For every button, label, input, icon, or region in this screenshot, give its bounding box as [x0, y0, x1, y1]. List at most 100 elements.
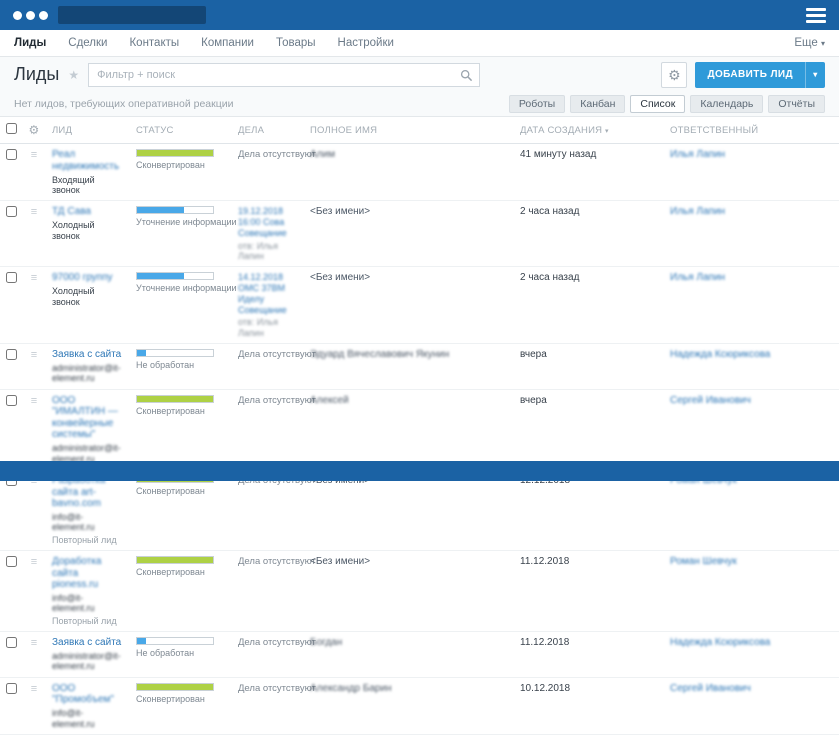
created-date: 41 минуту назад: [514, 143, 664, 202]
select-all-checkbox[interactable]: [6, 123, 17, 134]
lead-note: Повторный лид: [52, 615, 117, 626]
view-button[interactable]: Роботы: [508, 95, 566, 113]
more-menu[interactable]: Еще ▾: [794, 37, 825, 49]
activity-none-label: Дела отсутствуют: [238, 637, 316, 649]
column-header-status[interactable]: СТАТУС: [130, 117, 232, 144]
view-button[interactable]: Отчёты: [768, 95, 825, 113]
hamburger-menu-icon[interactable]: [806, 5, 826, 26]
lead-link[interactable]: ООО "Промобъем": [52, 683, 124, 706]
top-search-input[interactable]: [58, 6, 206, 24]
responsible-link[interactable]: Илья Лапин: [670, 272, 725, 283]
row-menu-icon[interactable]: ≡: [31, 395, 37, 407]
grid-settings-gear-icon[interactable]: ⚙: [29, 123, 40, 137]
row-checkbox[interactable]: [6, 272, 17, 284]
status-label: Сконвертирован: [136, 693, 205, 704]
created-date: 11.12.2018: [514, 550, 664, 633]
row-menu-icon[interactable]: ≡: [31, 206, 37, 218]
nav-tab[interactable]: Настройки: [338, 37, 394, 49]
nav-tab[interactable]: Компании: [201, 37, 254, 49]
lead-link[interactable]: Заявка с сайта: [52, 349, 121, 361]
table-row: ≡ Заявка с сайта administrator@it-element.…: [0, 343, 839, 390]
full-name: Алим: [310, 149, 335, 160]
responsible-link[interactable]: Сергей Иванович: [670, 683, 751, 694]
responsible-link[interactable]: Илья Лапин: [670, 206, 725, 217]
created-date: 2 часа назад: [514, 266, 664, 345]
page-title: Лиды: [14, 64, 60, 84]
row-menu-icon[interactable]: ≡: [31, 556, 37, 568]
lead-link[interactable]: Реал недвижимость: [52, 149, 124, 172]
status-label: Сконвертирован: [136, 405, 205, 416]
row-checkbox[interactable]: [6, 394, 17, 406]
counter-notice: Нет лидов, требующих оперативной реакции: [14, 98, 234, 110]
row-checkbox[interactable]: [6, 682, 17, 694]
row-checkbox[interactable]: [6, 637, 17, 649]
column-header-activity[interactable]: ДЕЛА: [232, 117, 304, 144]
column-header-full-name[interactable]: ПОЛНОЕ ИМЯ: [304, 117, 514, 144]
row-checkbox[interactable]: [6, 206, 17, 218]
nav-tab[interactable]: Контакты: [129, 37, 179, 49]
responsible-link[interactable]: Надежда Ксюриксова: [670, 349, 770, 360]
chevron-down-icon: ▾: [820, 39, 825, 48]
row-menu-icon[interactable]: ≡: [31, 272, 37, 284]
full-name: Александр Барин: [310, 682, 392, 694]
search-icon: [461, 69, 473, 81]
table-row: ≡ Доработка сайта pioness.ru info@it-eleme…: [0, 550, 839, 633]
responsible-link[interactable]: Надежда Ксюриксова: [670, 637, 770, 648]
lead-subtitle: Холодный звонок: [52, 220, 95, 241]
table-row: ≡ ТД Сава Холодный звонок Уточнение информа…: [0, 200, 839, 268]
lead-link[interactable]: Доработка сайта pioness.ru: [52, 556, 124, 591]
full-name: <Без имени>: [310, 272, 371, 284]
responsible-link[interactable]: Сергей Иванович: [670, 395, 751, 406]
lead-link[interactable]: ТД Сава: [52, 206, 91, 218]
view-button[interactable]: Календарь: [690, 95, 764, 113]
row-menu-icon[interactable]: ≡: [31, 637, 37, 649]
add-lead-label: ДОБАВИТЬ ЛИД: [707, 68, 793, 80]
row-checkbox[interactable]: [6, 556, 17, 568]
activity-link[interactable]: 14.12.2018 ОМС 37ВМ Иделу Совещание: [238, 272, 298, 315]
add-lead-dropdown[interactable]: ▾: [805, 61, 825, 88]
table-row: ≡ 97000 группу Холодный звонок Уточнение ин…: [0, 266, 839, 345]
created-date: 12.12.2018: [514, 469, 664, 552]
status-label: Уточнение информации: [136, 217, 237, 228]
gear-icon: ⚙: [668, 66, 681, 83]
row-checkbox[interactable]: [6, 149, 17, 160]
lead-subtitle: info@it-element.ru: [52, 512, 95, 533]
lead-link[interactable]: 97000 группу: [52, 272, 113, 284]
activity-link[interactable]: 19.12.2018 16:00 Сова Совещание: [238, 206, 298, 238]
responsible-link[interactable]: Илья Лапин: [670, 149, 725, 160]
row-menu-icon[interactable]: ≡: [31, 149, 37, 161]
lead-subtitle: info@it-element.ru: [52, 708, 95, 729]
column-header-lead[interactable]: ЛИД: [46, 117, 130, 144]
status-progress-bar: [136, 349, 214, 358]
lead-link[interactable]: Заявка с сайта: [52, 637, 121, 649]
favorite-star-icon[interactable]: ★: [68, 68, 79, 82]
nav-tab[interactable]: Сделки: [68, 37, 107, 49]
responsible-link[interactable]: Роман Шевчук: [670, 556, 737, 567]
row-menu-icon[interactable]: ≡: [31, 349, 37, 361]
add-lead-button[interactable]: ДОБАВИТЬ ЛИД ▾: [695, 61, 825, 88]
status-label: Не обработан: [136, 360, 195, 371]
nav-tab[interactable]: Лиды: [14, 37, 46, 49]
created-date: 10.12.2018: [514, 677, 664, 735]
view-button[interactable]: Канбан: [570, 95, 626, 113]
lead-subtitle: info@it-element.ru: [52, 593, 95, 614]
created-date: 11.12.2018: [514, 631, 664, 678]
view-button[interactable]: Список: [630, 95, 686, 113]
table-row: ≡ Реал недвижимость Входящий звонок Сконвер…: [0, 143, 839, 202]
lead-link[interactable]: ООО "ИМАЛТИН — конвейерные системы": [52, 395, 124, 441]
toolbar: Лиды ★ ⚙ ДОБАВИТЬ ЛИД ▾: [0, 57, 839, 92]
nav-tab[interactable]: Товары: [276, 37, 316, 49]
row-menu-icon[interactable]: ≡: [31, 683, 37, 695]
column-header-responsible[interactable]: ОТВЕТСТВЕННЫЙ: [664, 117, 839, 144]
row-checkbox[interactable]: [6, 349, 17, 361]
table-row: ≡ ООО "ИМАЛТИН — конвейерные системы" admi…: [0, 389, 839, 471]
filter-search-input[interactable]: [89, 63, 480, 86]
column-header-created[interactable]: ДАТА СОЗДАНИЯ ▾: [514, 117, 664, 144]
footer-bar: [0, 461, 839, 481]
toolbar-right: ⚙ ДОБАВИТЬ ЛИД ▾: [661, 61, 825, 88]
lead-note: Повторный лид: [52, 534, 117, 545]
activity-owner: отв: Илья Лапин: [238, 317, 278, 338]
leads-table: ⚙ ЛИД СТАТУС ДЕЛА ПОЛНОЕ ИМЯ ДАТА СОЗДАН…: [0, 117, 839, 735]
filter-search-box: [88, 62, 481, 87]
settings-gear-button[interactable]: ⚙: [661, 61, 688, 88]
